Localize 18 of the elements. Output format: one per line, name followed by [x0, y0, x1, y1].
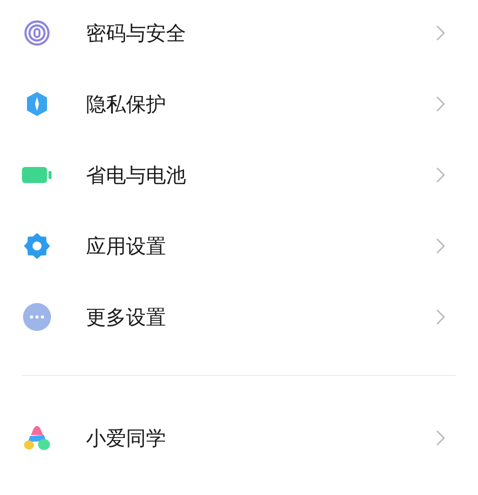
fingerprint-icon	[24, 20, 50, 46]
menu-item-label[interactable]: 省电与电池	[86, 160, 186, 190]
menu-item-label[interactable]: 更多设置	[86, 302, 166, 332]
menu-item-label[interactable]: 小爱同学	[86, 422, 166, 452]
battery-icon	[22, 166, 52, 184]
assistant-logo-icon	[23, 424, 51, 450]
menu-item-label[interactable]: 密码与安全	[86, 18, 186, 48]
chevron-right-icon	[436, 166, 445, 182]
menu-item-label[interactable]: 隐私保护	[86, 88, 166, 118]
gear-icon	[23, 232, 51, 260]
chevron-right-icon	[436, 96, 445, 112]
shield-icon	[25, 90, 49, 116]
chevron-right-icon	[436, 430, 445, 446]
menu-item-label[interactable]: 应用设置	[86, 230, 166, 260]
chevron-right-icon	[436, 308, 445, 324]
chevron-right-icon	[436, 24, 445, 40]
more-icon	[23, 302, 51, 330]
chevron-right-icon	[436, 238, 445, 254]
